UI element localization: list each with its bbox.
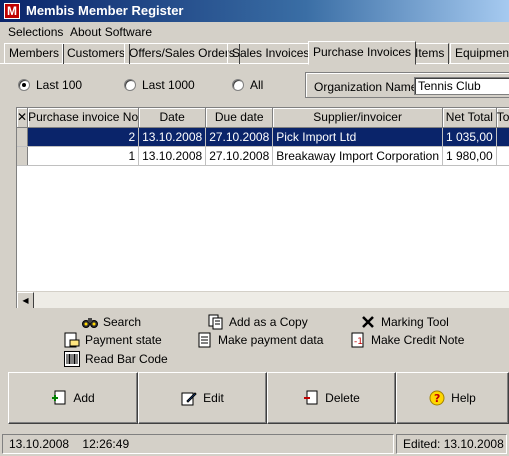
purchase-invoices-grid[interactable]: ✕ Purchase invoice No Date Due date Supp… (16, 107, 509, 308)
payment-state-label: Payment state (85, 333, 162, 347)
help-button[interactable]: ? Help (396, 372, 509, 424)
status-datetime: 13.10.2008 12:26:49 (2, 434, 394, 454)
action-links: Search Add as a Copy Marking Tool Paymen… (0, 312, 509, 368)
make-credit-note-label: Make Credit Note (371, 333, 465, 347)
scroll-left-button[interactable]: ◀ (17, 292, 34, 308)
row-indicator[interactable] (17, 146, 29, 166)
radio-button[interactable] (232, 79, 244, 91)
credit-note-icon: -1 (350, 332, 366, 348)
search-label: Search (103, 315, 142, 329)
invoice-table: ✕ Purchase invoice No Date Due date Supp… (17, 108, 509, 166)
column-header-due-date[interactable]: Due date (205, 108, 274, 128)
search-action[interactable]: Search (82, 314, 141, 330)
tab-purchase-invoices[interactable]: Purchase Invoices (308, 41, 417, 65)
tab-sales-invoices[interactable]: Sales Invoices (227, 43, 315, 64)
add-button[interactable]: Add (8, 372, 138, 424)
radio-label: Last 1000 (142, 78, 195, 92)
cell-due-date[interactable]: 27.10.2008 (205, 146, 274, 166)
tab-customers[interactable]: Customers (62, 43, 131, 64)
make-credit-note-action[interactable]: -1 Make Credit Note (350, 332, 464, 348)
read-bar-code-action[interactable]: Read Bar Code (64, 351, 168, 367)
table-row[interactable]: 2 13.10.2008 27.10.2008 Pick Import Ltd … (17, 127, 509, 147)
help-question-icon: ? (429, 390, 445, 406)
marking-tool-action[interactable]: Marking Tool (360, 314, 449, 330)
clear-selection-icon[interactable]: ✕ (17, 108, 29, 128)
button-bar: Add Edit Delete ? Help (8, 372, 509, 424)
add-label: Add (73, 391, 95, 405)
menu-about-software[interactable]: About Software (70, 25, 152, 39)
radio-button-selected[interactable] (18, 79, 30, 91)
column-header-supplier[interactable]: Supplier/invoicer (272, 108, 443, 128)
horizontal-scrollbar[interactable]: ◀ (17, 291, 509, 308)
cell-due-date[interactable]: 27.10.2008 (205, 127, 274, 147)
cell-date[interactable]: 13.10.2008 (138, 127, 207, 147)
status-edited: Edited: 13.10.2008 (396, 434, 507, 454)
document-icon (197, 332, 213, 348)
edit-label: Edit (203, 391, 224, 405)
delete-document-icon (303, 390, 319, 406)
svg-text:?: ? (434, 392, 440, 405)
status-time: 12:26:49 (82, 437, 130, 451)
column-header-date[interactable]: Date (138, 108, 207, 128)
radio-all[interactable]: All (232, 78, 263, 92)
column-header-total[interactable]: Total T (496, 108, 509, 128)
radio-last-100[interactable]: Last 100 (18, 78, 82, 92)
read-bar-code-label: Read Bar Code (85, 352, 168, 366)
organization-name-field[interactable]: Tennis Club (414, 77, 509, 95)
organization-label: Organization Name: (314, 80, 421, 94)
menu-bar: Selections About Software (0, 22, 509, 41)
tab-equipments[interactable]: Equipments (450, 43, 509, 64)
tab-members[interactable]: Members (4, 43, 65, 64)
add-as-copy-action[interactable]: Add as a Copy (208, 314, 308, 330)
row-indicator[interactable] (17, 127, 29, 147)
marking-tool-label: Marking Tool (381, 315, 449, 329)
add-as-copy-label: Add as a Copy (229, 315, 308, 329)
menu-selections[interactable]: Selections (8, 25, 63, 39)
cell-supplier[interactable]: Pick Import Ltd (272, 127, 443, 147)
svg-text:-1: -1 (354, 337, 363, 347)
delete-button[interactable]: Delete (267, 372, 396, 424)
close-x-icon (360, 314, 376, 330)
payment-state-action[interactable]: Payment state (64, 332, 162, 348)
tab-offers-sales-orders[interactable]: Offers/Sales Orders (124, 43, 240, 64)
table-header-row: ✕ Purchase invoice No Date Due date Supp… (17, 108, 509, 128)
radio-label: Last 100 (36, 78, 83, 92)
radio-last-1000[interactable]: Last 1000 (124, 78, 195, 92)
window-title: Membis Member Register (26, 3, 184, 18)
cell-date[interactable]: 13.10.2008 (138, 146, 207, 166)
cell-total[interactable]: 227 (496, 127, 509, 147)
cell-total[interactable]: 435 (496, 146, 509, 166)
make-payment-data-label: Make payment data (218, 333, 324, 347)
cell-invoice-no[interactable]: 1 (27, 146, 140, 166)
cell-invoice-no[interactable]: 2 (27, 127, 140, 147)
payment-document-icon (64, 332, 80, 348)
radio-label: All (250, 78, 264, 92)
make-payment-data-action[interactable]: Make payment data (197, 332, 323, 348)
copy-icon (208, 314, 224, 330)
column-header-net-total[interactable]: Net Total (442, 108, 497, 128)
cell-net-total[interactable]: 1 980,00 (442, 146, 497, 166)
tab-strip: Members Customers Offers/Sales Orders Sa… (0, 41, 509, 65)
edit-button[interactable]: Edit (138, 372, 267, 424)
radio-button[interactable] (124, 79, 136, 91)
cell-supplier[interactable]: Breakaway Import Corporation (272, 146, 443, 166)
title-bar: M Membis Member Register (0, 0, 509, 22)
table-row[interactable]: 1 13.10.2008 27.10.2008 Breakaway Import… (17, 146, 509, 166)
column-header-invoice-no[interactable]: Purchase invoice No (27, 108, 140, 128)
organization-group: Organization Name: Tennis Club (305, 72, 509, 98)
binoculars-icon (82, 314, 98, 330)
edit-pencil-icon (181, 390, 197, 406)
add-document-icon (51, 390, 67, 406)
help-label: Help (451, 391, 476, 405)
cell-net-total[interactable]: 1 035,00 (442, 127, 497, 147)
status-date: 13.10.2008 (9, 437, 70, 451)
delete-label: Delete (325, 391, 360, 405)
app-icon[interactable]: M (4, 3, 20, 19)
status-bar: 13.10.2008 12:26:49 Edited: 13.10.2008 (0, 432, 509, 456)
filter-bar: Last 100 Last 1000 All Organization Name… (8, 72, 509, 98)
barcode-icon (64, 351, 80, 367)
